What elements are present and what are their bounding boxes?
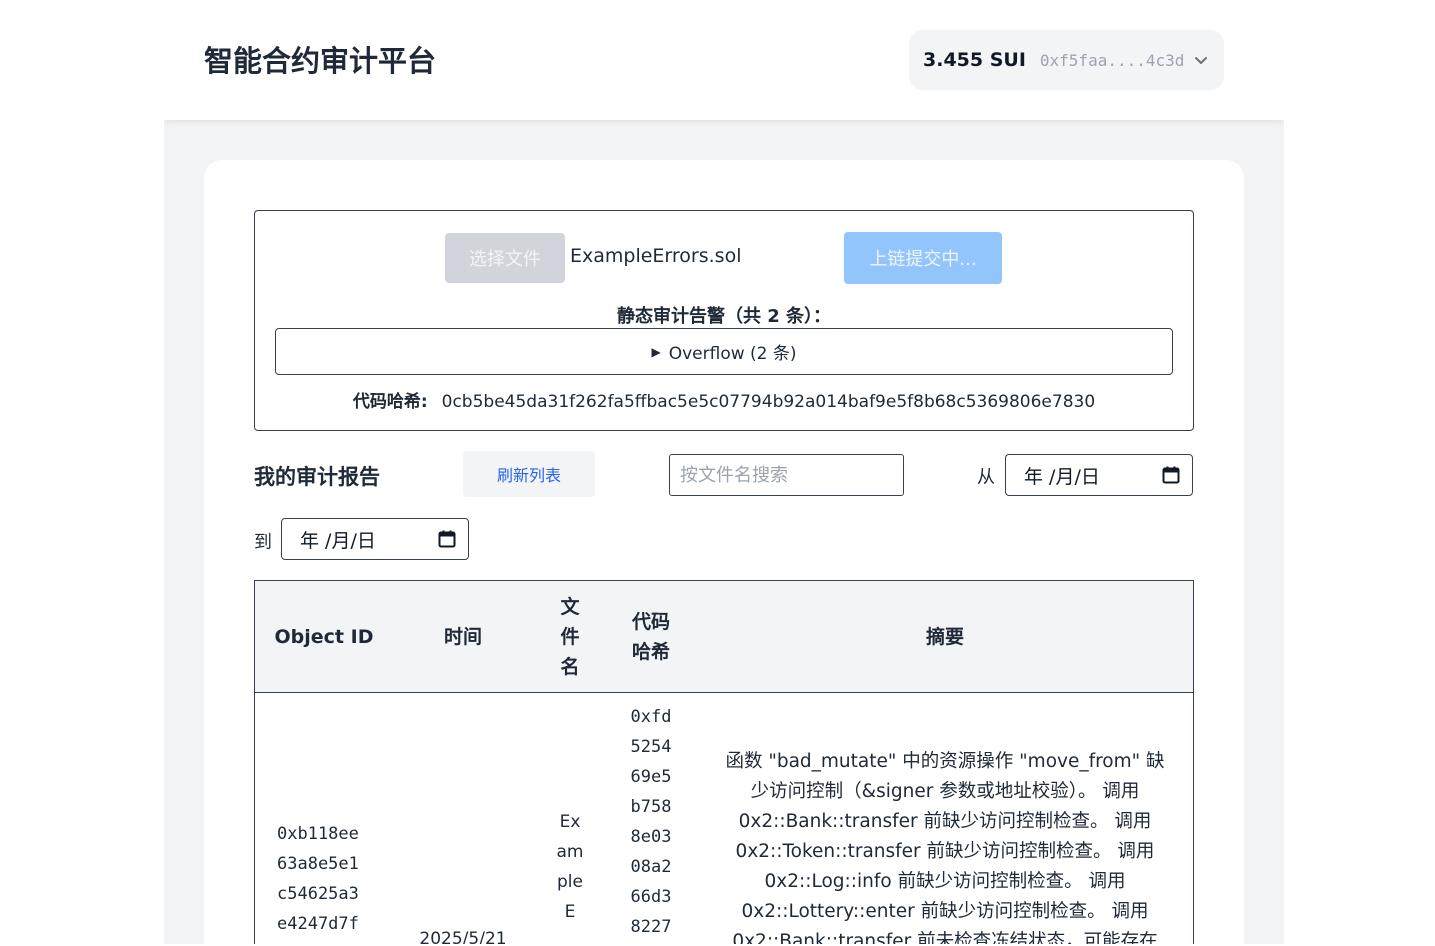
date-from-value: 年 /月/日 (1024, 465, 1100, 488)
code-hash-label: 代码哈希: (352, 392, 428, 412)
choose-file-button[interactable]: 选择文件 (445, 233, 565, 283)
reports-title: 我的审计报告 (254, 465, 380, 489)
app-window: 智能合约审计平台 3.455 SUI 0xf5faa....4c3d 选择文件 … (164, 0, 1284, 944)
cell-file-name: ExampleE (556, 812, 584, 922)
main-card: 选择文件 ExampleErrors.sol 上链提交中... 静态审计告警（共… (204, 160, 1244, 944)
disclosure-triangle-icon: ▶ (651, 344, 661, 359)
code-hash-row: 代码哈希: 0cb5be45da31f262fa5ffbac5e5c07794b9… (255, 387, 1193, 412)
upload-panel: 选择文件 ExampleErrors.sol 上链提交中... 静态审计告警（共… (254, 210, 1194, 431)
selected-file-name: ExampleErrors.sol (570, 245, 742, 267)
date-to-input[interactable]: 年 /月/日 (281, 518, 469, 560)
reports-table: Object ID 时间 文件名 代码哈希 摘要 0xb118ee63a8e5e… (254, 580, 1194, 944)
refresh-list-button[interactable]: 刷新列表 (463, 451, 595, 497)
app-title: 智能合约审计平台 (204, 44, 437, 78)
cell-time: 2025/5/21 (419, 929, 507, 944)
wallet-address: 0xf5faa....4c3d (1039, 50, 1185, 70)
date-to-label: 到 (254, 532, 272, 553)
chevron-down-icon (1195, 57, 1208, 64)
cell-summary: 函数 "bad_mutate" 中的资源操作 "move_from" 缺少访问控… (725, 751, 1165, 944)
date-from-label: 从 (977, 467, 995, 488)
calendar-icon[interactable] (438, 530, 456, 548)
column-header-code-hash: 代码哈希 (631, 610, 670, 663)
column-header-time: 时间 (443, 625, 482, 648)
cell-code-hash: 0xfd525469e5b7588e0308a266d38227 (630, 707, 672, 937)
cell-object-id: 0xb118ee63a8e5e1c54625a3e4247d7f (277, 824, 359, 934)
submit-onchain-button[interactable]: 上链提交中... (844, 232, 1002, 284)
code-hash-value: 0cb5be45da31f262fa5ffbac5e5c07794b92a014… (441, 392, 1096, 412)
calendar-icon[interactable] (1162, 466, 1180, 484)
date-from-input[interactable]: 年 /月/日 (1005, 454, 1193, 496)
wallet-balance: 3.455 SUI (923, 49, 1026, 71)
top-header: 智能合约审计平台 3.455 SUI 0xf5faa....4c3d (164, 0, 1284, 120)
warnings-title: 静态审计告警（共 2 条）： (616, 306, 832, 327)
table-header: Object ID 时间 文件名 代码哈希 摘要 (255, 581, 1193, 693)
filename-search-input[interactable] (669, 454, 904, 496)
date-to-value: 年 /月/日 (300, 529, 376, 552)
warning-group-toggle[interactable]: ▶ Overflow (2 条) (275, 328, 1173, 375)
wallet-dropdown[interactable]: 3.455 SUI 0xf5faa....4c3d (909, 30, 1224, 90)
column-header-object-id: Object ID (274, 625, 374, 648)
column-header-file-name: 文件名 (560, 595, 580, 678)
warning-group-summary: Overflow (2 条) (668, 344, 797, 364)
column-header-summary: 摘要 (925, 625, 964, 648)
